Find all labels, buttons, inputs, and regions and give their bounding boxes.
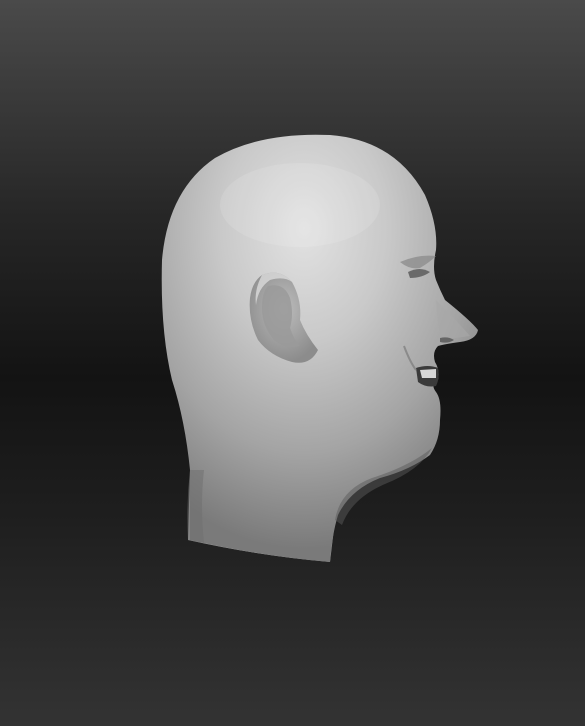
sculpted-head-model[interactable] (0, 0, 585, 726)
3d-viewport[interactable] (0, 0, 585, 726)
skull-highlight (220, 163, 380, 247)
teeth (420, 369, 436, 378)
neck-back-shade (187, 470, 204, 543)
